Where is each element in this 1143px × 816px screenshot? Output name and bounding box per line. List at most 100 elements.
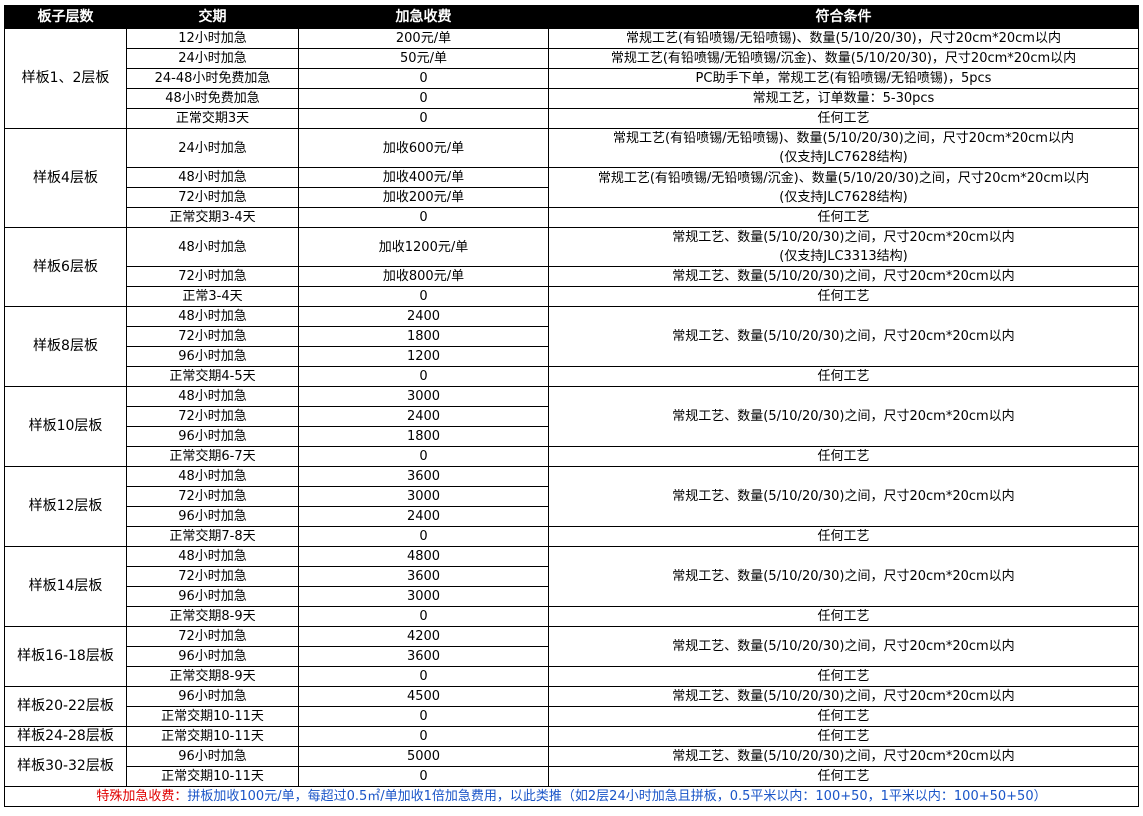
period-cell: 96小时加急 — [126, 506, 299, 527]
table-row: 正常交期6-7天 0 任何工艺 — [5, 446, 1139, 467]
condition-cell: 常规工艺，订单数量：5-30pcs — [548, 88, 1139, 109]
condition-cell: 常规工艺、数量(5/10/20/30)之间，尺寸20cm*20cm以内 — [548, 746, 1139, 767]
period-cell: 24-48小时免费加急 — [126, 68, 299, 89]
layer-group-cell: 样板20-22层板 — [4, 686, 127, 727]
table-row: 正常交期4-5天 0 任何工艺 — [5, 366, 1139, 387]
period-cell: 48小时加急 — [126, 546, 299, 567]
period-cell: 正常交期4-5天 — [126, 366, 299, 387]
special-fee-text: 拼板加收100元/单，每超过0.5㎡/单加收1倍加急费用，以此类推（如2层24小… — [187, 789, 1047, 804]
fee-cell: 加收200元/单 — [298, 187, 549, 208]
table-row: 样板6层板 48小时加急 加收1200元/单 常规工艺、数量(5/10/20/3… — [4, 227, 1139, 307]
period-cell: 72小时加急 — [126, 266, 299, 287]
period-cell: 正常交期7-8天 — [126, 526, 299, 547]
period-cell: 72小时加急 — [126, 406, 299, 427]
period-cell: 72小时加急 — [126, 486, 299, 507]
layer-group-cell: 样板12层板 — [4, 466, 127, 547]
period-cell: 72小时加急 — [126, 566, 299, 587]
fee-cell: 0 — [298, 207, 549, 228]
table-row: 样板12层板 48小时加急 3600 常规工艺、数量(5/10/20/30)之间… — [4, 466, 1139, 547]
fee-cell: 2400 — [298, 506, 549, 527]
condition-cell: 常规工艺、数量(5/10/20/30)之间，尺寸20cm*20cm以内 — [548, 266, 1139, 287]
period-cell: 24小时加急 — [126, 128, 299, 168]
fee-cell: 0 — [298, 108, 549, 129]
condition-cell: 常规工艺(有铅喷锡/无铅喷锡/沉金)、数量(5/10/20/30)，尺寸20cm… — [548, 48, 1139, 69]
table-row: 正常交期3-4天 0 任何工艺 — [5, 207, 1139, 228]
period-cell: 正常交期10-11天 — [126, 726, 299, 747]
period-cell: 正常交期8-9天 — [126, 666, 299, 687]
period-cell: 正常交期3-4天 — [126, 207, 299, 228]
condition-cell: 常规工艺、数量(5/10/20/30)之间，尺寸20cm*20cm以内 — [548, 626, 1139, 667]
condition-cell: 任何工艺 — [548, 286, 1139, 307]
fee-cell: 3000 — [298, 486, 549, 507]
fee-cell: 2400 — [298, 306, 549, 327]
fee-cell: 0 — [298, 666, 549, 687]
period-cell: 48小时加急 — [126, 227, 299, 267]
table-row: 24小时加急 50元/单 常规工艺(有铅喷锡/无铅喷锡/沉金)、数量(5/10/… — [5, 48, 1139, 69]
table-row: 样板14层板 48小时加急 4800 常规工艺、数量(5/10/20/30)之间… — [4, 546, 1139, 627]
condition-line: 常规工艺、数量(5/10/20/30)之间，尺寸20cm*20cm以内 — [672, 230, 1015, 245]
period-cell: 正常交期10-11天 — [126, 706, 299, 727]
condition-note: (仅支持JLC3313结构) — [779, 249, 908, 264]
fee-cell: 4200 — [298, 626, 549, 647]
fee-cell: 加收600元/单 — [298, 128, 549, 168]
period-cell: 正常交期3天 — [126, 108, 299, 129]
period-cell: 48小时加急 — [126, 466, 299, 487]
fee-cell: 1200 — [298, 346, 549, 367]
condition-cell: 常规工艺、数量(5/10/20/30)之间，尺寸20cm*20cm以内 — [548, 546, 1139, 607]
fee-cell: 加收1200元/单 — [298, 227, 549, 267]
fee-cell: 加收400元/单 — [298, 167, 549, 188]
period-cell: 96小时加急 — [126, 686, 299, 707]
period-cell: 48小时加急 — [126, 386, 299, 407]
condition-cell: 常规工艺(有铅喷锡/无铅喷锡)、数量(5/10/20/30)，尺寸20cm*20… — [548, 28, 1139, 49]
table-row: 样板8层板 48小时加急 2400 常规工艺、数量(5/10/20/30)之间，… — [4, 306, 1139, 387]
table-row: 样板24-28层板 正常交期10-11天 0 任何工艺 — [4, 726, 1139, 747]
fee-cell: 1800 — [298, 426, 549, 447]
fee-cell: 0 — [298, 606, 549, 627]
period-cell: 96小时加急 — [126, 746, 299, 767]
period-cell: 96小时加急 — [126, 646, 299, 667]
layer-group-cell: 样板6层板 — [4, 227, 127, 307]
period-cell: 正常交期6-7天 — [126, 446, 299, 467]
period-cell: 72小时加急 — [126, 326, 299, 347]
table-row: 正常交期8-9天 0 任何工艺 — [5, 606, 1139, 627]
table-row: 正常交期8-9天 0 任何工艺 — [5, 666, 1139, 687]
period-cell: 48小时加急 — [126, 306, 299, 327]
layer-group-cell: 样板24-28层板 — [4, 726, 127, 747]
fee-cell: 3600 — [298, 566, 549, 587]
table-row: 样板10层板 48小时加急 3000 常规工艺、数量(5/10/20/30)之间… — [4, 386, 1139, 467]
layer-group-cell: 样板1、2层板 — [4, 28, 127, 129]
condition-cell: 常规工艺、数量(5/10/20/30)之间，尺寸20cm*20cm以内 — [548, 466, 1139, 527]
period-cell: 正常交期10-11天 — [126, 766, 299, 787]
condition-cell: 常规工艺、数量(5/10/20/30)之间，尺寸20cm*20cm以内 — [548, 386, 1139, 447]
layer-group-cell: 样板14层板 — [4, 546, 127, 627]
condition-line: 常规工艺(有铅喷锡/无铅喷锡/沉金)、数量(5/10/20/30)之间，尺寸20… — [597, 170, 1090, 186]
layer-group-cell: 样板30-32层板 — [4, 746, 127, 787]
table-row: 样板16-18层板 72小时加急 4200 常规工艺、数量(5/10/20/30… — [4, 626, 1139, 687]
condition-note: (仅支持JLC7628结构) — [779, 150, 908, 165]
fee-cell: 4500 — [298, 686, 549, 707]
table-row: 正常交期10-11天 0 任何工艺 — [5, 766, 1139, 787]
fee-cell: 50元/单 — [298, 48, 549, 69]
condition-cell: 任何工艺 — [548, 726, 1139, 747]
header-condition: 符合条件 — [548, 5, 1139, 29]
condition-cell: 任何工艺 — [548, 366, 1139, 387]
fee-cell: 3000 — [298, 386, 549, 407]
period-cell: 48小时免费加急 — [126, 88, 299, 109]
period-cell: 12小时加急 — [126, 28, 299, 49]
fee-cell: 0 — [298, 366, 549, 387]
fee-cell: 0 — [298, 526, 549, 547]
table-row: 48小时加急 加收400元/单 常规工艺(有铅喷锡/无铅喷锡/沉金)、数量(5/… — [5, 167, 1139, 208]
condition-cell: 常规工艺、数量(5/10/20/30)之间，尺寸20cm*20cm以内 — [548, 306, 1139, 367]
table-row: 48小时免费加急 0 常规工艺，订单数量：5-30pcs — [5, 88, 1139, 109]
table-row: 正常交期3天 0 任何工艺 — [5, 108, 1139, 129]
fee-cell: 0 — [298, 446, 549, 467]
fee-cell: 0 — [298, 286, 549, 307]
fee-cell: 0 — [298, 726, 549, 747]
fee-cell: 0 — [298, 68, 549, 89]
fee-cell: 2400 — [298, 406, 549, 427]
condition-cell: 常规工艺(有铅喷锡/无铅喷锡/沉金)、数量(5/10/20/30)之间，尺寸20… — [548, 167, 1139, 208]
condition-cell: 任何工艺 — [548, 706, 1139, 727]
header-layers: 板子层数 — [4, 5, 127, 29]
fee-cell: 0 — [298, 706, 549, 727]
header-period: 交期 — [126, 5, 299, 29]
